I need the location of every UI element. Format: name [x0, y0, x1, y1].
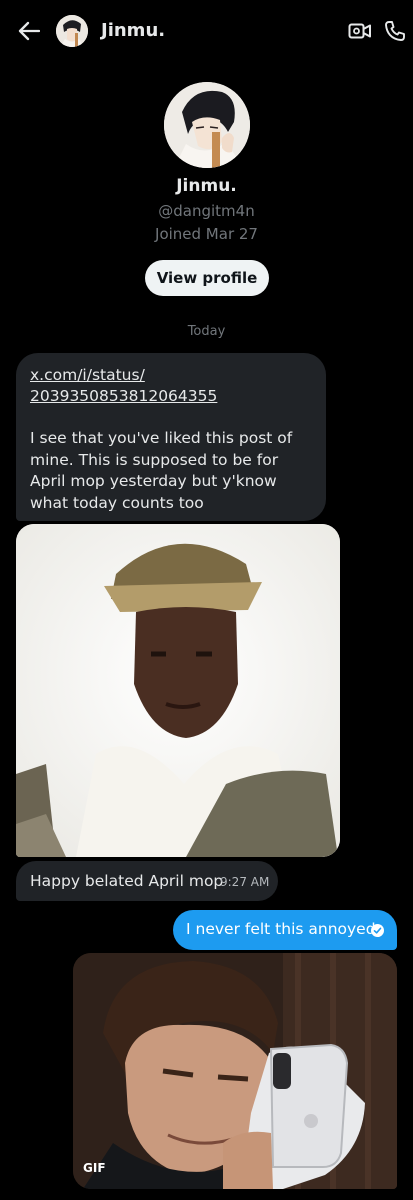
message-bubble-outgoing[interactable]: I never felt this annoyed — [173, 910, 397, 950]
profile-handle: @dangitm4n — [158, 202, 255, 220]
view-profile-button[interactable]: View profile — [145, 260, 269, 296]
arrow-left-icon — [18, 21, 40, 41]
back-button[interactable] — [14, 16, 44, 46]
profile-avatar[interactable] — [164, 82, 250, 168]
read-check-icon — [371, 924, 384, 937]
video-call-button[interactable] — [346, 18, 374, 44]
date-divider: Today — [187, 324, 226, 339]
status-link[interactable]: x.com/i/status/ 2039350853812064355 — [30, 365, 315, 407]
message-image[interactable] — [16, 524, 340, 857]
message-timestamp: 9:27 AM — [220, 875, 270, 889]
conversation-title[interactable]: Jinmu. — [101, 20, 165, 41]
message-bubble-incoming[interactable]: Happy belated April mop 9:27 AM — [16, 861, 278, 901]
message-bubble-incoming[interactable]: x.com/i/status/ 2039350853812064355 I se… — [16, 353, 326, 521]
profile-name: Jinmu. — [176, 176, 237, 196]
message-gif[interactable]: GIF — [73, 953, 397, 1189]
status-link-line2[interactable]: 2039350853812064355 — [30, 386, 315, 407]
video-call-icon — [348, 23, 371, 39]
phone-icon — [385, 21, 405, 41]
avatar[interactable] — [56, 15, 88, 47]
message-text: I see that you've liked this post of min… — [30, 429, 293, 512]
message-text: Happy belated April mop — [30, 872, 224, 890]
profile-joined-date: Joined Mar 27 — [155, 225, 258, 243]
gif-badge: GIF — [83, 1161, 106, 1175]
phone-call-button[interactable] — [382, 17, 408, 45]
top-bar: Jinmu. — [0, 0, 413, 62]
status-link-line1[interactable]: x.com/i/status/ — [30, 365, 315, 386]
message-text: I never felt this annoyed — [186, 920, 376, 938]
